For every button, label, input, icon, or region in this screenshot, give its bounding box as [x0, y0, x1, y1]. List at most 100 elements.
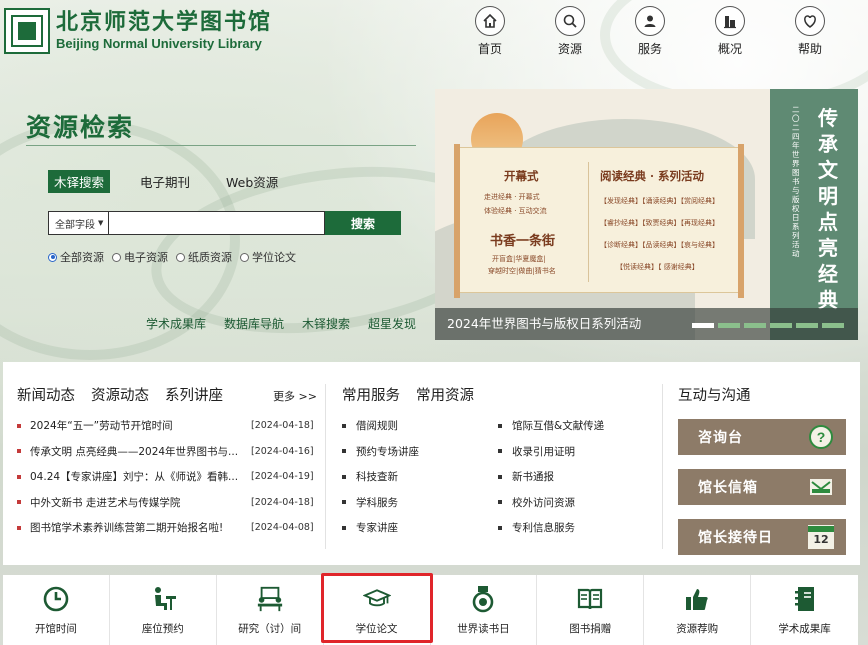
search-field-select[interactable]: 全部字段 ▼ — [48, 211, 108, 235]
radio-theses[interactable]: 学位论文 — [240, 249, 296, 265]
banner-scroll-line: 体验经典 · 互动交流 — [484, 207, 547, 215]
radio-unselected-icon — [176, 252, 185, 262]
quick-opening-hours-label: 开馆时间 — [34, 623, 77, 635]
graduation-cap-icon — [362, 585, 391, 613]
nav-resources-label: 资源 — [557, 42, 582, 56]
library-logo[interactable]: 北京师范大学图书馆 Beijing Normal University Libr… — [4, 8, 272, 54]
bullet-icon — [498, 449, 502, 454]
site-header: 北京师范大学图书馆 Beijing Normal University Libr… — [0, 0, 868, 70]
tab-resource-news[interactable]: 资源动态 — [91, 384, 149, 405]
calendar-icon: 12 — [808, 525, 834, 549]
meeting-room-icon — [256, 585, 284, 613]
logo-chinese-name: 北京师范大学图书馆 — [56, 9, 273, 35]
services-panel: 常用服务 常用资源 借阅规则 馆际互借&文献传递 预约专场讲座 收录引用证明 科… — [342, 384, 642, 541]
tab-news[interactable]: 新闻动态 — [17, 384, 75, 405]
thumbs-up-icon — [683, 585, 711, 613]
search-bar: 全部字段 ▼ 搜索 — [48, 211, 401, 235]
quick-theses[interactable]: 学位论文 — [324, 575, 431, 645]
quick-purchase-suggestion-label: 资源荐购 — [676, 623, 719, 635]
quick-purchase-suggestion[interactable]: 资源荐购 — [644, 575, 752, 645]
nav-resources[interactable]: 资源 — [530, 6, 610, 57]
news-item[interactable]: 图书馆学术素养训练营第二期开始报名啦! [2024-04-08] — [17, 515, 317, 541]
news-more-link[interactable]: 更多 >> — [273, 388, 317, 404]
search-field-select-value: 全部字段 — [55, 219, 95, 231]
quick-book-donation[interactable]: 图书捐赠 — [537, 575, 645, 645]
service-item[interactable]: 校外访问资源 — [498, 490, 638, 516]
search-input[interactable] — [108, 211, 325, 235]
quick-link-muduo-search[interactable]: 木铎搜索 — [302, 315, 350, 332]
service-item[interactable]: 科技查新 — [342, 464, 498, 490]
banner-dot[interactable] — [744, 323, 766, 328]
tab-common-services[interactable]: 常用服务 — [342, 384, 400, 405]
service-item[interactable]: 收录引用证明 — [498, 439, 638, 465]
quick-link-chaoxing-discovery[interactable]: 超星发现 — [368, 315, 416, 332]
news-item[interactable]: 2024年“五一”劳动节开馆时间 [2024-04-18] — [17, 413, 317, 439]
service-label: 借阅规则 — [356, 420, 398, 433]
service-item[interactable]: 学科服务 — [342, 490, 498, 516]
quick-opening-hours[interactable]: 开馆时间 — [3, 575, 110, 645]
quick-world-book-day[interactable]: 世界读书日 — [431, 575, 538, 645]
nav-overview-label: 概况 — [717, 42, 742, 56]
bullet-icon — [342, 449, 346, 454]
news-date: [2024-04-08] — [251, 522, 314, 534]
service-item[interactable]: 专家讲座 — [342, 515, 498, 541]
quick-seat-booking-label: 座位预约 — [141, 623, 184, 635]
news-item[interactable]: 传承文明 点亮经典——2024年世界图书与... [2024-04-16] — [17, 439, 317, 465]
director-reception-day-label: 馆长接待日 — [698, 530, 773, 546]
active-tab-pointer — [72, 188, 82, 193]
service-item[interactable]: 馆际互借&文献传递 — [498, 413, 638, 439]
director-mailbox-button[interactable]: 馆长信箱 — [678, 469, 846, 505]
nav-home[interactable]: 首页 — [450, 6, 530, 57]
radio-print-resources[interactable]: 纸质资源 — [176, 249, 232, 265]
news-title: 04.24【专家讲座】刘宁：从《师说》看韩... — [30, 471, 239, 484]
calendar-day: 12 — [813, 533, 829, 546]
radio-e-resources[interactable]: 电子资源 — [112, 249, 168, 265]
service-item[interactable]: 专利信息服务 — [498, 515, 638, 541]
banner-vertical-panel: 二〇二四年世界图书与版权日系列活动 传承文明点亮经典 — [770, 89, 858, 340]
service-item[interactable]: 新书通报 — [498, 464, 638, 490]
service-item[interactable]: 预约专场讲座 — [342, 439, 498, 465]
banner-dot[interactable] — [718, 323, 740, 328]
quick-seat-booking[interactable]: 座位预约 — [110, 575, 217, 645]
nav-services[interactable]: 服务 — [610, 6, 690, 57]
banner-scroll-line: 【发现经典】【诵读经典】【赏阅经典】 — [600, 197, 719, 205]
quick-study-room[interactable]: 研究（讨）间 — [217, 575, 324, 645]
info-panel-row: 新闻动态 资源动态 系列讲座 更多 >> 2024年“五一”劳动节开馆时间 [20… — [3, 362, 860, 565]
seat-icon — [149, 585, 177, 613]
director-reception-day-button[interactable]: 馆长接待日 12 — [678, 519, 846, 555]
book-icon — [576, 585, 604, 613]
quick-link-scholar-repository[interactable]: 学术成果库 — [146, 315, 206, 332]
tab-e-journals[interactable]: 电子期刊 — [134, 170, 196, 193]
search-button[interactable]: 搜索 — [325, 211, 401, 235]
banner-dot[interactable] — [822, 323, 844, 328]
nav-home-label: 首页 — [477, 42, 502, 56]
news-title: 2024年“五一”劳动节开馆时间 — [30, 420, 173, 433]
svg-text:?: ? — [817, 429, 826, 445]
news-item[interactable]: 中外文新书 走进艺术与传媒学院 [2024-04-18] — [17, 490, 317, 516]
panel-divider — [325, 384, 326, 549]
banner-dot[interactable] — [770, 323, 792, 328]
event-banner[interactable]: 开幕式 走进经典 · 开幕式 体验经典 · 互动交流 书香一条街 开盲盒|华夏魔… — [435, 89, 858, 340]
top-navigation: 首页 资源 服务 概况 帮助 — [450, 6, 850, 57]
quick-scholar-repository[interactable]: 学术成果库 — [751, 575, 858, 645]
service-label: 专利信息服务 — [512, 522, 575, 535]
banner-scroll-heading: 阅读经典 · 系列活动 — [600, 169, 705, 183]
interaction-panel: 互动与沟通 咨询台 ? 馆长信箱 馆长接待日 12 — [678, 384, 848, 555]
news-item[interactable]: 04.24【专家讲座】刘宁：从《师说》看韩... [2024-04-19] — [17, 464, 317, 490]
nav-help-label: 帮助 — [797, 42, 822, 56]
tab-lecture-series[interactable]: 系列讲座 — [165, 384, 223, 405]
service-item[interactable]: 借阅规则 — [342, 413, 498, 439]
bullet-icon — [17, 423, 21, 428]
banner-vertical-subtitle: 二〇二四年世界图书与版权日系列活动 — [792, 105, 800, 258]
nav-help[interactable]: 帮助 — [770, 6, 850, 57]
news-title: 传承文明 点亮经典——2024年世界图书与... — [30, 445, 239, 458]
consultation-desk-button[interactable]: 咨询台 ? — [678, 419, 846, 455]
banner-scroll-heading: 开幕式 — [504, 169, 539, 183]
radio-all-resources[interactable]: 全部资源 — [48, 249, 104, 265]
quick-link-database-nav[interactable]: 数据库导航 — [224, 315, 284, 332]
tab-common-resources[interactable]: 常用资源 — [416, 384, 474, 405]
nav-overview[interactable]: 概况 — [690, 6, 770, 57]
banner-dot[interactable] — [796, 323, 818, 328]
tab-web-resources[interactable]: Web资源 — [220, 170, 284, 193]
banner-dot-active[interactable] — [692, 323, 714, 328]
